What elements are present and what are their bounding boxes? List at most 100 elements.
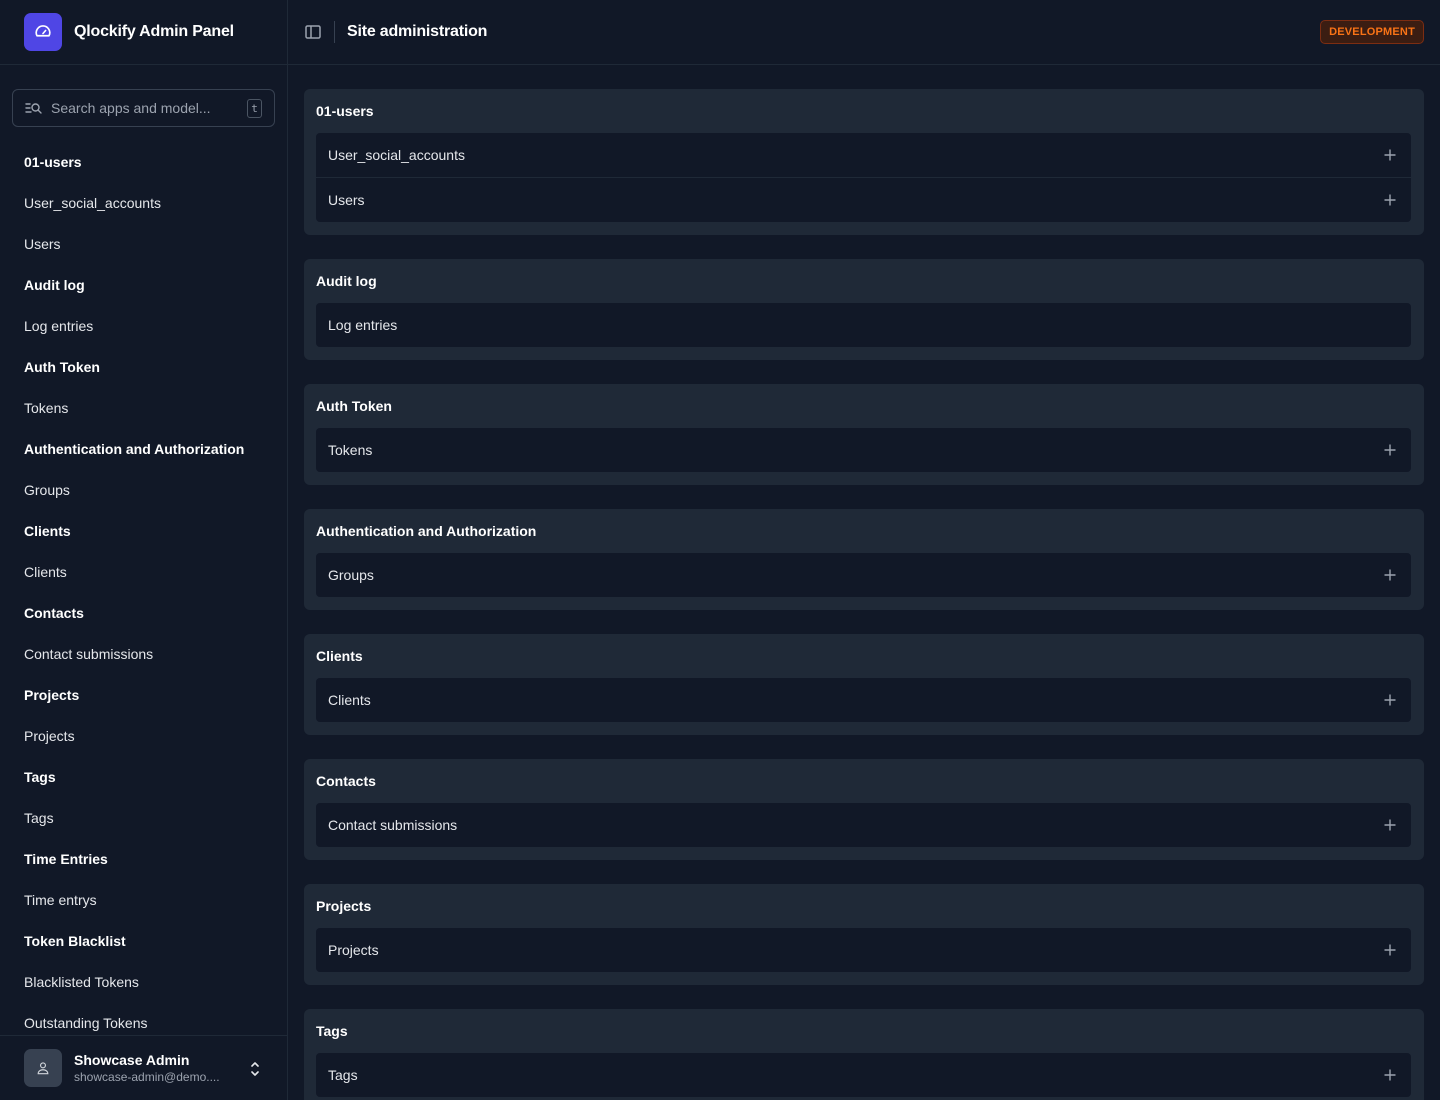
app-module: Authentication and Authorization Groups: [304, 509, 1424, 610]
nav-item-tokens[interactable]: Tokens: [0, 388, 287, 429]
nav-group: Time Entries Time entrys: [0, 839, 287, 921]
model-row[interactable]: Users: [316, 178, 1411, 222]
nav-item-blacklisted-tokens[interactable]: Blacklisted Tokens: [0, 962, 287, 1003]
add-icon[interactable]: [1384, 149, 1396, 161]
app-module: Contacts Contact submissions: [304, 759, 1424, 860]
search-icon: [25, 103, 42, 114]
module-title[interactable]: Auth Token: [316, 384, 1411, 428]
search-shortcut-key: t: [247, 99, 262, 118]
brand[interactable]: Qlockify Admin Panel: [0, 0, 287, 65]
model-list: Log entries: [316, 303, 1411, 347]
nav-group: Authentication and Authorization Groups: [0, 429, 287, 511]
nav-group-title: Projects: [24, 687, 80, 703]
sidebar-toggle-icon[interactable]: [304, 23, 322, 41]
model-list: Contact submissions: [316, 803, 1411, 847]
model-name[interactable]: Tags: [328, 1067, 358, 1083]
nav-group: Clients Clients: [0, 511, 287, 593]
nav-item-tags[interactable]: Tags: [0, 798, 287, 839]
module-title[interactable]: Projects: [316, 884, 1411, 928]
nav-item-users[interactable]: Users: [0, 224, 287, 265]
header-divider: [334, 21, 335, 43]
user-email: showcase-admin@demo....: [74, 1070, 220, 1084]
nav-item-contact-submissions[interactable]: Contact submissions: [0, 634, 287, 675]
module-title[interactable]: Clients: [316, 634, 1411, 678]
model-list: Projects: [316, 928, 1411, 972]
nav-group-title: Tags: [24, 769, 56, 785]
nav-item-projects[interactable]: Projects: [0, 716, 287, 757]
add-icon[interactable]: [1384, 444, 1396, 456]
model-list: Tags: [316, 1053, 1411, 1097]
model-row[interactable]: Projects: [316, 928, 1411, 972]
nav-group: Contacts Contact submissions: [0, 593, 287, 675]
nav-group-title: Token Blacklist: [24, 933, 126, 949]
add-icon[interactable]: [1384, 819, 1396, 831]
nav-group-title: Time Entries: [24, 851, 108, 867]
model-name[interactable]: Users: [328, 192, 365, 208]
model-list: Clients: [316, 678, 1411, 722]
user-name: Showcase Admin: [74, 1052, 190, 1068]
model-list: Tokens: [316, 428, 1411, 472]
dashboard-gauge-icon: [24, 13, 62, 51]
nav-item-user-social-accounts[interactable]: User_social_accounts: [0, 183, 287, 224]
app-module: Auth Token Tokens: [304, 384, 1424, 485]
app-module: Clients Clients: [304, 634, 1424, 735]
model-row[interactable]: User_social_accounts: [316, 133, 1411, 178]
model-name[interactable]: Log entries: [328, 317, 397, 333]
nav-group: Projects Projects: [0, 675, 287, 757]
model-name[interactable]: Tokens: [328, 442, 372, 458]
add-icon[interactable]: [1384, 944, 1396, 956]
avatar: [24, 1049, 62, 1087]
module-title[interactable]: 01-users: [316, 89, 1411, 133]
brand-title: Qlockify Admin Panel: [74, 23, 234, 40]
app-module: Projects Projects: [304, 884, 1424, 985]
model-list: Groups: [316, 553, 1411, 597]
nav-group: Audit log Log entries: [0, 265, 287, 347]
sidebar-nav: 01-users User_social_accounts Users Audi…: [0, 142, 287, 1044]
top-header: Site administration DEVELOPMENT: [288, 0, 1440, 65]
environment-badge: DEVELOPMENT: [1320, 20, 1424, 44]
model-name[interactable]: Projects: [328, 942, 379, 958]
app-module: Tags Tags: [304, 1009, 1424, 1100]
nav-group: Auth Token Tokens: [0, 347, 287, 429]
model-row[interactable]: Groups: [316, 553, 1411, 597]
nav-group-title: Authentication and Authorization: [24, 441, 245, 457]
add-icon[interactable]: [1384, 194, 1396, 206]
app-module: 01-users User_social_accounts Users: [304, 89, 1424, 235]
main-content: 01-users User_social_accounts Users Audi…: [304, 89, 1424, 1100]
model-name[interactable]: Clients: [328, 692, 371, 708]
module-title[interactable]: Tags: [316, 1009, 1411, 1053]
model-row[interactable]: Contact submissions: [316, 803, 1411, 847]
search-box[interactable]: t: [12, 89, 275, 127]
nav-group-title: Contacts: [24, 605, 84, 621]
search-input[interactable]: [51, 100, 241, 116]
add-icon[interactable]: [1384, 569, 1396, 581]
page-title: Site administration: [347, 23, 488, 40]
module-title[interactable]: Authentication and Authorization: [316, 509, 1411, 553]
nav-group-title: Clients: [24, 523, 71, 539]
user-icon: [37, 1062, 49, 1075]
user-info: Showcase Admin showcase-admin@demo....: [74, 1051, 220, 1085]
nav-group-title: Auth Token: [24, 359, 100, 375]
model-row[interactable]: Tags: [316, 1053, 1411, 1097]
nav-group-title: Audit log: [24, 277, 85, 293]
nav-item-clients[interactable]: Clients: [0, 552, 287, 593]
sidebar: Qlockify Admin Panel t 01-users User_soc…: [0, 0, 288, 1100]
user-menu[interactable]: Showcase Admin showcase-admin@demo....: [0, 1035, 287, 1100]
module-title[interactable]: Contacts: [316, 759, 1411, 803]
add-icon[interactable]: [1384, 694, 1396, 706]
nav-group: Token Blacklist Blacklisted Tokens Outst…: [0, 921, 287, 1044]
nav-group: 01-users User_social_accounts Users: [0, 142, 287, 265]
model-row[interactable]: Log entries: [316, 303, 1411, 347]
model-name[interactable]: Groups: [328, 567, 374, 583]
nav-item-groups[interactable]: Groups: [0, 470, 287, 511]
model-name[interactable]: Contact submissions: [328, 817, 457, 833]
model-name[interactable]: User_social_accounts: [328, 147, 465, 163]
model-row[interactable]: Tokens: [316, 428, 1411, 472]
model-row[interactable]: Clients: [316, 678, 1411, 722]
nav-item-log-entries[interactable]: Log entries: [0, 306, 287, 347]
chevrons-up-down-icon[interactable]: [249, 1060, 261, 1078]
nav-group-title: 01-users: [24, 154, 82, 170]
module-title[interactable]: Audit log: [316, 259, 1411, 303]
add-icon[interactable]: [1384, 1069, 1396, 1081]
nav-item-time-entrys[interactable]: Time entrys: [0, 880, 287, 921]
